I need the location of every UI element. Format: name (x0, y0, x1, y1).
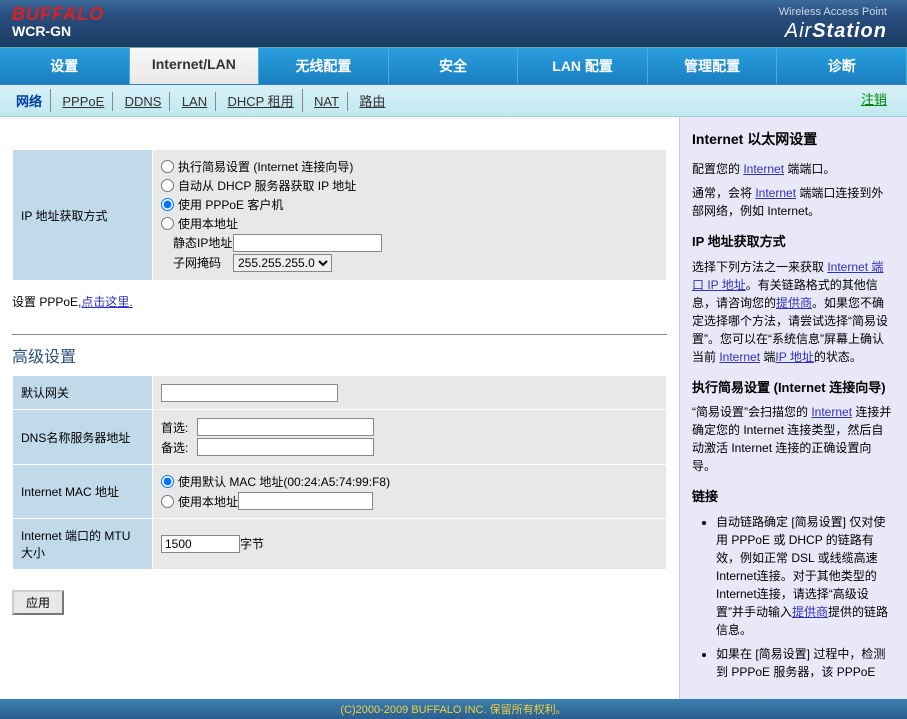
radio-dhcp[interactable] (161, 179, 174, 192)
separator (12, 334, 667, 335)
brand: AirStation (785, 20, 887, 43)
main-tabs: 设置 Internet/LAN 无线配置 安全 LAN 配置 管理配置 诊断 (0, 48, 907, 85)
tab-security[interactable]: 安全 (389, 48, 519, 84)
radio-mac-manual[interactable] (161, 495, 174, 508)
tab-internet-lan[interactable]: Internet/LAN (130, 48, 260, 84)
help-h-link: 链接 (692, 487, 895, 507)
static-ip-label: 静态IP地址 (173, 234, 233, 251)
pppoe-note: 设置 PPPoE,点击这里. (12, 293, 667, 310)
main-content: IP 地址获取方式 执行简易设置 (Internet 连接向导) 自动从 DHC… (0, 117, 679, 699)
help-link-internet-3[interactable]: Internet (719, 350, 760, 364)
radio-manual[interactable] (161, 217, 174, 230)
radio-manual-label: 使用本地址 (178, 215, 238, 232)
mtu-input[interactable] (161, 535, 240, 553)
help-h-ipmethod: IP 地址获取方式 (692, 232, 895, 252)
logout-link[interactable]: 注销 (861, 89, 887, 108)
radio-dhcp-label: 自动从 DHCP 服务器获取 IP 地址 (178, 177, 356, 194)
radio-mac-default[interactable] (161, 475, 174, 488)
mac-input[interactable] (238, 492, 373, 510)
apply-button[interactable]: 应用 (12, 590, 64, 615)
mac-label: Internet MAC 地址 (13, 465, 153, 519)
dns-secondary-label: 备选: (161, 439, 197, 456)
help-link-provider-2[interactable]: 提供商 (792, 605, 828, 619)
mac-default-label: 使用默认 MAC 地址(00:24:A5:74:99:F8) (178, 473, 390, 490)
subtab-route[interactable]: 路由 (351, 89, 393, 112)
dns-primary-label: 首选: (161, 419, 197, 436)
radio-easy-label: 执行简易设置 (Internet 连接向导) (178, 158, 353, 175)
static-ip-input[interactable] (233, 234, 382, 252)
radio-easy[interactable] (161, 160, 174, 173)
subtab-lan[interactable]: LAN (174, 92, 216, 111)
model-name: WCR-GN (12, 23, 895, 39)
header: BUFFALO WCR-GN Wireless Access Point Air… (0, 0, 907, 48)
dns-secondary-input[interactable] (197, 438, 374, 456)
subtab-pppoe[interactable]: PPPoE (54, 92, 113, 111)
help-link-ip-address[interactable]: IP 地址 (775, 350, 813, 364)
help-li-1: 自动链路确定 [简易设置] 仅对使用 PPPoE 或 DHCP 的链路有效，例如… (716, 513, 895, 639)
help-title: Internet 以太网设置 (692, 129, 895, 150)
help-link-internet-4[interactable]: Internet (811, 405, 852, 419)
subtab-nat[interactable]: NAT (306, 92, 348, 111)
subtab-ddns[interactable]: DDNS (117, 92, 171, 111)
tab-diag[interactable]: 诊断 (777, 48, 907, 84)
help-link-internet-1[interactable]: Internet (743, 162, 784, 176)
dns-primary-input[interactable] (197, 418, 374, 436)
dns-label: DNS名称服务器地址 (13, 410, 153, 465)
mac-manual-label: 使用本地址 (178, 493, 238, 510)
help-h-easy: 执行简易设置 (Internet 连接向导) (692, 378, 895, 398)
tagline: Wireless Access Point (779, 6, 887, 18)
sub-tabs: 网络 PPPoE DDNS LAN DHCP 租用 NAT 路由 注销 (0, 85, 907, 117)
radio-pppoe-label: 使用 PPPoE 客户机 (178, 196, 283, 213)
help-link-provider-1[interactable]: 提供商 (776, 296, 812, 310)
subtab-network[interactable]: 网络 (8, 89, 51, 112)
ip-method-table: IP 地址获取方式 执行简易设置 (Internet 连接向导) 自动从 DHC… (12, 149, 667, 281)
netmask-label: 子网掩码 (173, 254, 233, 271)
tab-lan-config[interactable]: LAN 配置 (518, 48, 648, 84)
advanced-title: 高级设置 (12, 343, 667, 367)
pppoe-link[interactable]: 点击这里. (81, 295, 132, 309)
mtu-label: Internet 端口的 MTU 大小 (13, 519, 153, 570)
tab-setup[interactable]: 设置 (0, 48, 130, 84)
radio-pppoe[interactable] (161, 198, 174, 211)
footer: (C)2000-2009 BUFFALO INC. 保留所有权利。 (0, 699, 907, 719)
help-li-2: 如果在 [简易设置] 过程中，检测到 PPPoE 服务器，该 PPPoE (716, 645, 895, 681)
logo: BUFFALO (12, 4, 895, 25)
ip-method-label: IP 地址获取方式 (13, 150, 153, 281)
help-panel: Internet 以太网设置 配置您的 Internet 端端口。 通常，会将 … (679, 117, 907, 699)
advanced-table: 默认网关 DNS名称服务器地址 首选: 备选: Internet MAC 地址 … (12, 375, 667, 570)
mtu-unit: 字节 (240, 537, 264, 551)
gateway-label: 默认网关 (13, 376, 153, 410)
help-link-internet-2[interactable]: Internet (755, 186, 796, 200)
netmask-select[interactable]: 255.255.255.0 (233, 254, 332, 272)
subtab-dhcp[interactable]: DHCP 租用 (219, 89, 302, 112)
tab-wireless[interactable]: 无线配置 (259, 48, 389, 84)
gateway-input[interactable] (161, 384, 338, 402)
tab-admin[interactable]: 管理配置 (648, 48, 778, 84)
